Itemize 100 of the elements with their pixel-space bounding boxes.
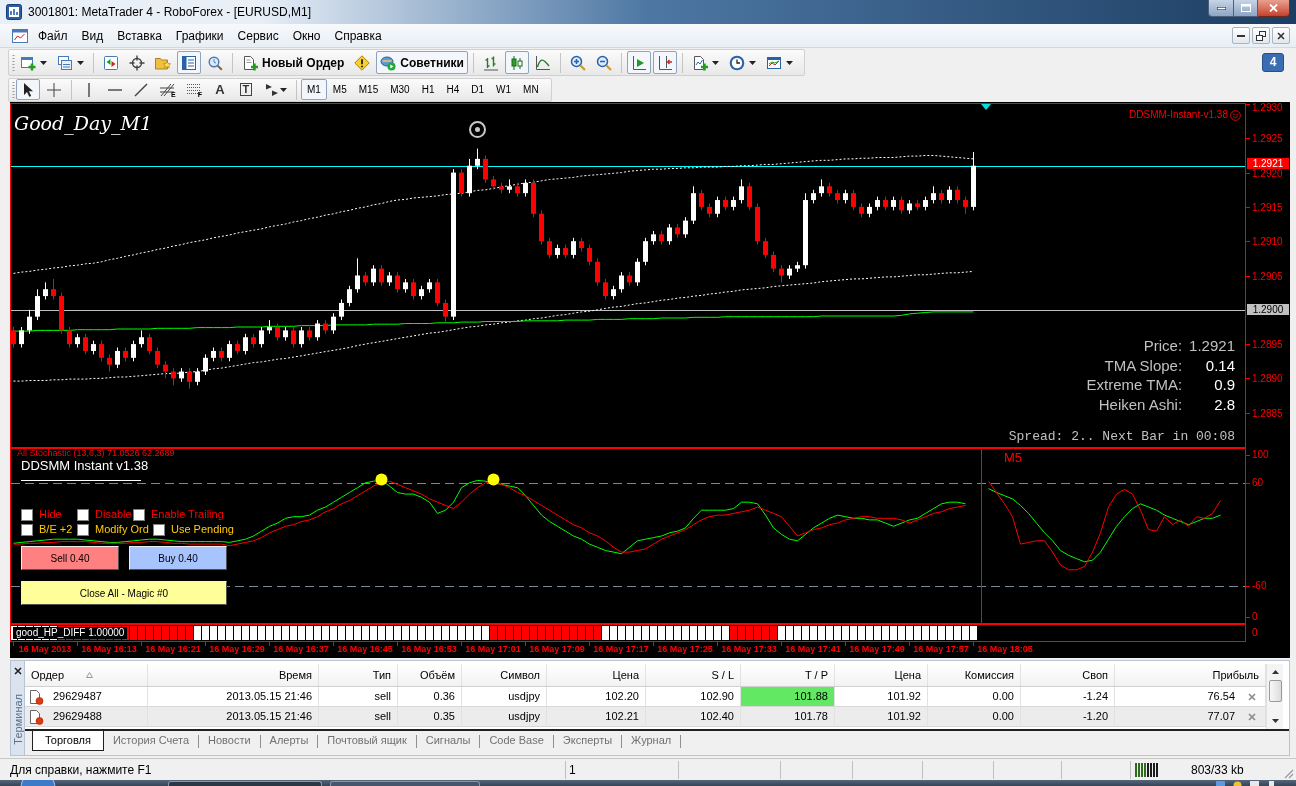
period-button[interactable]: H4: [440, 79, 466, 100]
connection-bars-icon: [1135, 762, 1159, 777]
toolbar-button[interactable]: Советники: [376, 51, 468, 74]
period-button[interactable]: M15: [352, 79, 385, 100]
tool-button[interactable]: A: [207, 79, 232, 100]
close-button[interactable]: [12, 665, 23, 676]
column-header[interactable]: T / P: [741, 664, 835, 686]
axis-label: 1.2885: [1252, 408, 1283, 419]
candle: [875, 196, 880, 211]
table-cell: 101.92: [835, 707, 928, 726]
column-header[interactable]: Цена: [835, 664, 928, 686]
checkbox[interactable]: [77, 508, 89, 521]
chart-window-icon: [765, 54, 782, 71]
toolbar-button[interactable]: [504, 51, 529, 74]
column-header[interactable]: Своп: [1021, 664, 1115, 686]
close-button[interactable]: [1258, 0, 1290, 17]
toolbar-button[interactable]: [626, 51, 651, 74]
period-button[interactable]: M1: [300, 79, 327, 100]
candle: [203, 353, 208, 376]
table-cell: -1.20: [1021, 707, 1115, 726]
column-header[interactable]: Комиссия: [928, 664, 1021, 686]
minimize-button[interactable]: [1232, 27, 1250, 44]
tab[interactable]: Code Base: [480, 731, 553, 750]
checkbox[interactable]: [153, 523, 165, 536]
table-cell: 101.78: [741, 707, 835, 726]
period-button[interactable]: H1: [415, 79, 441, 100]
scrollbar-thumb[interactable]: [1268, 680, 1282, 702]
warning-icon: [354, 54, 371, 71]
candle: [475, 148, 480, 170]
close-order-button[interactable]: [1247, 691, 1257, 702]
table-cell: 102.20: [547, 687, 646, 706]
table-cell-text: 29629487: [53, 689, 102, 705]
candle: [491, 175, 496, 191]
tab[interactable]: История Счета: [103, 731, 198, 750]
order-icon: [28, 708, 44, 725]
table-cell: sell: [319, 687, 398, 706]
period-button[interactable]: M5: [326, 79, 353, 100]
column-header[interactable]: Ордер: [25, 664, 148, 686]
taskbar-button[interactable]: [168, 781, 322, 786]
restore-button[interactable]: [1252, 27, 1270, 44]
tool-button[interactable]: [16, 79, 40, 100]
maximize-button[interactable]: [1234, 0, 1258, 17]
tab[interactable]: Торговля: [32, 731, 104, 751]
checkbox[interactable]: [77, 523, 89, 536]
table-cell-text: 29629488: [53, 709, 102, 725]
candle: [67, 326, 72, 349]
toolbar-button[interactable]: [652, 51, 677, 74]
tab[interactable]: Новости: [199, 731, 260, 750]
column-header[interactable]: S / L: [646, 664, 741, 686]
column-header[interactable]: Цена: [547, 664, 646, 686]
close-button[interactable]: [1272, 27, 1290, 44]
column-header[interactable]: Время: [148, 664, 319, 686]
menu-item[interactable]: Графики: [168, 25, 231, 46]
column-header[interactable]: Тип: [319, 664, 398, 686]
menu-item[interactable]: Окно: [285, 25, 328, 46]
candle: [795, 261, 800, 273]
toolbar-button[interactable]: [177, 51, 201, 74]
close-order-button[interactable]: [1247, 711, 1257, 722]
info-value: 0.9: [1213, 375, 1235, 395]
period-button[interactable]: M30: [384, 79, 416, 100]
menu-item[interactable]: Вставка: [110, 25, 169, 46]
candle: [531, 178, 536, 218]
tab[interactable]: Почтовый ящик: [318, 731, 416, 750]
menu-item[interactable]: Вид: [74, 25, 111, 46]
table-cell: 0.35: [398, 707, 462, 726]
tab[interactable]: Алерты: [260, 731, 318, 750]
checkbox[interactable]: [21, 523, 33, 536]
messages-button[interactable]: 4: [1262, 53, 1284, 72]
candle: [971, 151, 976, 211]
candle: [539, 209, 544, 246]
tab[interactable]: Эксперты: [553, 731, 622, 750]
tool-button[interactable]: T: [233, 79, 258, 100]
candle: [579, 237, 584, 252]
period-button[interactable]: W1: [490, 79, 518, 100]
column-header[interactable]: Объём: [398, 664, 462, 686]
tab[interactable]: Журнал: [622, 731, 681, 750]
candle: [403, 278, 408, 294]
toolbar-button[interactable]: Новый Ордер: [238, 51, 349, 74]
candle: [195, 367, 200, 386]
windows-icon: [57, 54, 73, 71]
candle: [963, 196, 968, 215]
candle: [435, 278, 440, 307]
tab[interactable]: Сигналы: [416, 731, 480, 750]
menu-item[interactable]: Сервис: [230, 25, 286, 46]
candle: [955, 185, 960, 204]
checkbox[interactable]: [133, 508, 145, 521]
menu-item[interactable]: Справка: [327, 25, 389, 46]
period-button[interactable]: MN: [517, 79, 545, 100]
checkbox[interactable]: [21, 508, 33, 521]
candle: [787, 264, 792, 280]
taskbar-button[interactable]: [330, 781, 480, 786]
panel-button[interactable]: Close All - Magic #0: [21, 581, 227, 605]
triangle-marker-icon[interactable]: [981, 104, 991, 110]
period-button[interactable]: D1: [465, 79, 491, 100]
menu-item[interactable]: Файл: [31, 25, 75, 46]
info-label: TMA Slope:: [1103, 355, 1183, 375]
panel-button[interactable]: Sell 0.40: [21, 546, 119, 570]
panel-button[interactable]: Buy 0.40: [129, 546, 227, 570]
column-header[interactable]: Символ: [462, 664, 547, 686]
status-text: 1: [568, 761, 577, 779]
